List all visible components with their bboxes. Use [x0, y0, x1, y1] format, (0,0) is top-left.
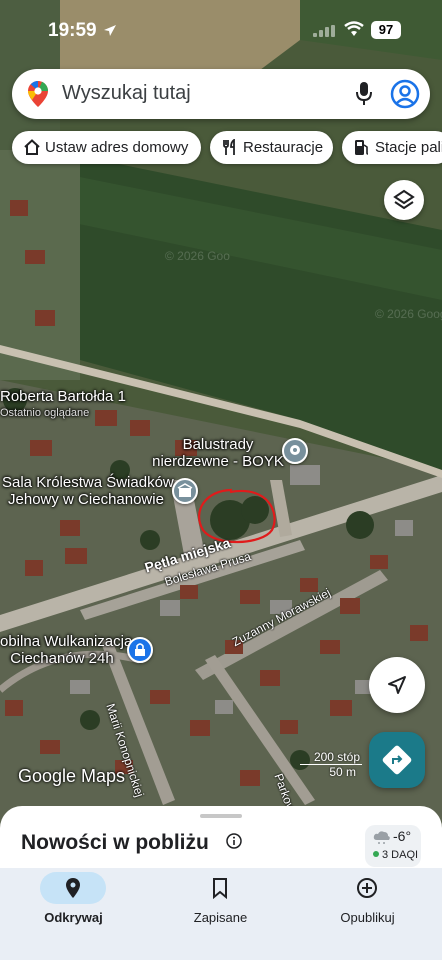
poi-pin-balustrady[interactable] — [282, 438, 308, 464]
chip-label: Restauracje — [243, 139, 324, 156]
search-input[interactable]: Wyszukaj tutaj — [62, 82, 191, 105]
sheet-title: Nowości w pobliżu — [21, 831, 209, 854]
account-avatar-icon[interactable] — [390, 79, 420, 109]
poi-pin-wulkanizacja[interactable] — [127, 637, 153, 663]
chip-label: Ustaw adres domowy — [45, 139, 189, 156]
scale-metric: 50 m — [329, 765, 356, 779]
map-label-wulkanizacja[interactable]: obilna Wulkanizacja Ciechanów 24h — [0, 633, 133, 667]
scale-imperial: 200 stóp — [300, 750, 362, 765]
fork-knife-icon — [223, 139, 235, 155]
nav-label: Opublikuj — [340, 910, 395, 925]
poi-name-line: obilna Wulkanizacja — [0, 633, 133, 650]
nav-label: Zapisane — [193, 910, 248, 925]
map-label-recent[interactable]: Roberta Bartołda 1 Ostatnio oglądane — [0, 388, 126, 422]
location-arrow-icon — [104, 25, 116, 36]
layers-button[interactable] — [384, 180, 424, 220]
building-icon — [177, 483, 193, 497]
poi-name-line: Jehowy w Ciechanowie — [8, 491, 164, 508]
gas-pump-icon — [355, 140, 369, 155]
lock-icon — [135, 643, 145, 656]
google-maps-pin-icon — [28, 81, 48, 107]
chip-restaurants[interactable]: Restauracje — [210, 131, 333, 164]
weather-widget[interactable]: -6° 3 DAQI — [365, 825, 421, 867]
navigation-arrow-icon — [388, 676, 406, 694]
map-scale: 200 stóp 50 m — [300, 750, 362, 779]
map-label-balustrady[interactable]: Balustrady nierdzewne - BOYK — [148, 436, 288, 470]
recent-place-subtitle: Ostatnio oglądane — [0, 407, 90, 419]
add-circle-icon — [357, 878, 377, 898]
directions-icon — [382, 745, 412, 775]
aqi-status-dot — [373, 851, 379, 857]
cloud-snow-icon — [373, 831, 390, 844]
nav-label: Odkrywaj — [44, 910, 103, 925]
map-watermark: © 2026 Goog — [375, 307, 442, 321]
poi-pin-sala[interactable] — [172, 478, 198, 504]
poi-name-line: nierdzewne - BOYK — [152, 453, 284, 470]
search-bar[interactable]: Wyszukaj tutaj — [12, 69, 430, 119]
nav-contribute[interactable]: Opublikuj — [294, 868, 441, 960]
chip-home[interactable]: Ustaw adres domowy — [12, 131, 201, 164]
map-pin-icon — [290, 445, 300, 455]
google-maps-attribution: Google Maps — [18, 766, 126, 786]
status-time: 19:59 — [48, 20, 97, 41]
cellular-signal-icon — [313, 25, 335, 37]
layers-icon — [393, 189, 415, 210]
directions-button[interactable] — [369, 732, 425, 788]
map-label-sala[interactable]: Sala Królestwa Świadków Jehowy w Ciechan… — [2, 474, 174, 508]
sheet-drag-handle[interactable] — [200, 814, 242, 818]
info-icon[interactable] — [226, 833, 242, 849]
aqi-value: 3 DAQI — [382, 849, 419, 861]
chip-label: Stacje pali — [375, 139, 442, 156]
location-pin-icon — [66, 878, 80, 898]
recent-place-name: Roberta Bartołda 1 — [0, 388, 126, 405]
poi-name-line: Balustrady — [182, 436, 254, 453]
bottom-navigation: Odkrywaj Zapisane Opublikuj — [0, 868, 442, 960]
battery-level: 97 — [371, 21, 401, 39]
air-quality: 3 DAQI — [373, 849, 418, 861]
map-watermark: © 2026 Goo — [165, 249, 230, 263]
chip-gas-stations[interactable]: Stacje pali — [342, 131, 442, 164]
my-location-button[interactable] — [369, 657, 425, 713]
microphone-icon[interactable] — [355, 81, 373, 107]
poi-name-line: Sala Królestwa Świadków — [2, 474, 174, 491]
nav-explore[interactable]: Odkrywaj — [0, 868, 147, 960]
home-icon — [24, 139, 40, 155]
wifi-icon — [344, 21, 364, 36]
weather-temp: -6° — [393, 828, 412, 844]
bottom-sheet[interactable]: Nowości w pobliżu -6° 3 DAQI — [0, 806, 442, 876]
bookmark-icon — [213, 878, 227, 899]
nav-saved[interactable]: Zapisane — [147, 868, 294, 960]
poi-name-line: Ciechanów 24h — [10, 650, 114, 667]
status-bar: 19:59 97 — [0, 0, 442, 60]
